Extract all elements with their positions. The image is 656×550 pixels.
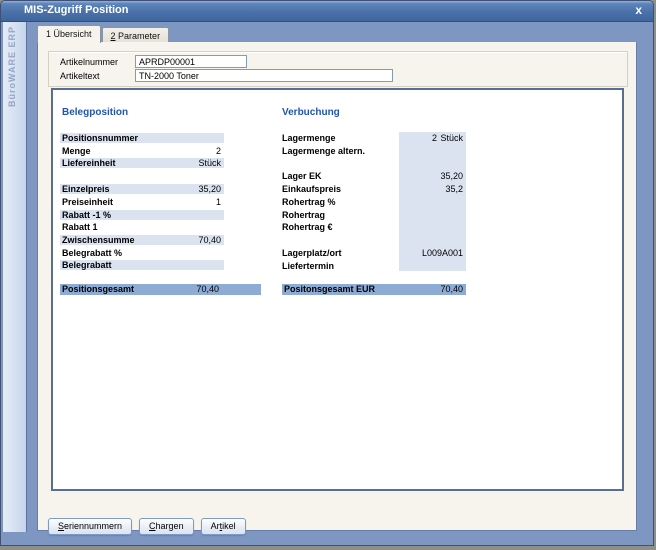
row-label: Rohertrag [282, 210, 325, 220]
row-label: Einzelpreis [62, 184, 110, 194]
table-row: Positionsnummer [60, 133, 224, 143]
brand-text: BüroWARE ERP [7, 26, 17, 107]
positionsgesamt-label: Positionsgesamt [62, 284, 134, 295]
article-fieldset: Artikelnummer Artikeltext [48, 51, 628, 87]
titlebar[interactable]: MIS-Zugriff Position x [1, 1, 653, 22]
artikelnummer-label: Artikelnummer [60, 57, 118, 67]
table-row: Belegrabatt [60, 260, 224, 270]
verbuchung-header: Verbuchung [282, 107, 340, 118]
table-row: Liefereinheit Stück [60, 158, 224, 168]
row-label: Lagerplatz/ort [282, 248, 342, 258]
tab-bar: 1 Übersicht2 Parameter [37, 25, 170, 43]
row-label: Rabatt -1 % [62, 210, 111, 220]
tab-1-übersicht[interactable]: 1 Übersicht [37, 25, 101, 43]
tab-page-uebersicht: Artikelnummer Artikeltext Belegposition … [37, 42, 637, 531]
table-row: Rabatt 1 [60, 222, 224, 232]
row-label: Rabatt 1 [62, 222, 98, 232]
row-label: Belegrabatt % [62, 248, 122, 258]
table-row: Einzelpreis 35,20 [60, 184, 224, 194]
positionsgesamt-eur-row: Positonsgesamt EUR 70,40 [282, 284, 466, 295]
artikel-button[interactable]: Artikel [201, 518, 246, 535]
close-icon[interactable]: x [635, 3, 642, 17]
row-label: Positionsnummer [62, 133, 138, 143]
table-row: Lagermenge 2Stück [282, 133, 466, 143]
row-value: 2 [432, 133, 437, 143]
row-value: 35,20 [440, 171, 463, 181]
chargen-button[interactable]: Chargen [139, 518, 194, 535]
positionsgesamt-eur-label: Positonsgesamt EUR [284, 284, 375, 295]
positionsgesamt-value: 70,40 [196, 284, 219, 295]
table-row: Lager EK 35,20 [282, 171, 466, 181]
artikeltext-label: Artikeltext [60, 71, 100, 81]
app-window: MIS-Zugriff Position x BüroWARE ERP 1 Üb… [0, 0, 654, 546]
row-unit: Stück [440, 133, 463, 143]
table-row: Rohertrag % [282, 197, 466, 207]
row-label: Rohertrag % [282, 197, 336, 207]
table-row: Belegrabatt % [60, 248, 224, 258]
row-label: Lagermenge [282, 133, 336, 143]
row-value: 2 [216, 146, 221, 156]
row-value: 35,20 [198, 184, 221, 194]
table-row: Rabatt -1 % [60, 210, 224, 220]
row-label: Zwischensumme [62, 235, 135, 245]
row-label: Preiseinheit [62, 197, 113, 207]
table-row: Einkaufspreis 35,2 [282, 184, 466, 194]
row-value: Stück [198, 158, 221, 168]
table-row: Lagermenge altern. [282, 146, 466, 156]
positionsgesamt-row: Positionsgesamt 70,40 [60, 284, 261, 295]
table-row: Rohertrag [282, 210, 466, 220]
positionsgesamt-eur-value: 70,40 [440, 284, 463, 295]
window-title: MIS-Zugriff Position [24, 4, 128, 16]
row-label: Menge [62, 146, 91, 156]
row-label: Rohertrag € [282, 222, 333, 232]
artikeltext-input[interactable] [135, 69, 393, 82]
position-detail-panel: Belegposition Verbuchung Positionsnummer… [51, 88, 624, 491]
row-label: Lagermenge altern. [282, 146, 365, 156]
table-row: Rohertrag € [282, 222, 466, 232]
row-label: Einkaufspreis [282, 184, 341, 194]
row-label: Liefertermin [282, 261, 334, 271]
table-row: Zwischensumme 70,40 [60, 235, 224, 245]
artikelnummer-input[interactable] [135, 55, 247, 68]
row-label: Liefereinheit [62, 158, 116, 168]
row-label: Belegrabatt [62, 260, 112, 270]
table-row: Preiseinheit 1 [60, 197, 224, 207]
row-value: 70,40 [198, 235, 221, 245]
seriennummern-button[interactable]: Seriennummern [48, 518, 132, 535]
table-row: Lagerplatz/ort L009A001 [282, 248, 466, 258]
table-row: Liefertermin [282, 261, 466, 271]
belegposition-header: Belegposition [62, 107, 128, 118]
button-row: Seriennummern Chargen Artikel [48, 516, 253, 535]
row-value: 35,2 [445, 184, 463, 194]
tab-2-parameter[interactable]: 2 Parameter [102, 27, 170, 43]
desktop: MIS-Zugriff Position x BüroWARE ERP 1 Üb… [0, 0, 656, 550]
table-row: Menge 2 [60, 146, 224, 156]
row-value: 1 [216, 197, 221, 207]
row-label: Lager EK [282, 171, 322, 181]
brand-strip: BüroWARE ERP [3, 22, 27, 532]
row-value: L009A001 [422, 248, 463, 258]
